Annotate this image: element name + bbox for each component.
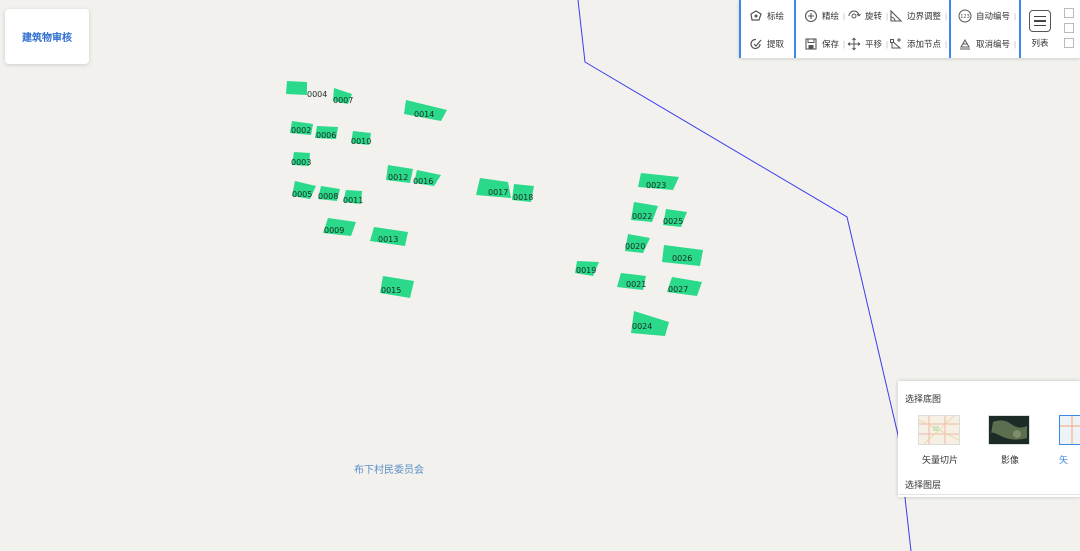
save-button[interactable]: 保存 | [804, 34, 845, 54]
building-number-label: 0011 [343, 196, 363, 205]
imagery-thumb [988, 415, 1030, 445]
save-label: 保存 [822, 39, 840, 49]
rotate-icon [848, 10, 861, 19]
toolbar-group-draw: 标绘 提取 [739, 0, 794, 58]
refine-button[interactable]: 精绘 | [804, 6, 845, 26]
app-title-badge: 建筑物审核 [5, 9, 89, 64]
layer-checkbox-group [1064, 8, 1074, 53]
basemap-panel: 选择底图 矢量切片 影像 矢 选择图层 [898, 381, 1080, 497]
building-number-label: 0018 [513, 193, 533, 202]
separator: | [843, 11, 846, 21]
building-number-label: 0017 [488, 188, 508, 197]
clear-number-button[interactable]: 取消编号 | [958, 34, 1016, 54]
basemap-label: 影像 [1000, 455, 1019, 465]
extract-icon [750, 38, 762, 50]
building-number-label: 0026 [672, 254, 692, 263]
move-button[interactable]: 平移 | [847, 34, 888, 54]
basemap-option-vector-tile[interactable]: 矢量切片 [918, 415, 962, 466]
clear-number-label: 取消编号 [976, 39, 1011, 49]
boundary-adjust-label: 边界调整 [907, 11, 942, 21]
separator: | [843, 39, 846, 49]
separator: | [945, 39, 948, 49]
building-number-label: 0025 [663, 217, 683, 226]
vector-tile-thumb [918, 415, 960, 445]
auto-number-button[interactable]: 123 自动编号 | [958, 6, 1016, 26]
building-number-label: 0027 [668, 285, 688, 294]
boundary-adjust-button[interactable]: 边界调整 | [889, 6, 947, 26]
plus-circle-icon [804, 9, 818, 23]
extract-button[interactable]: 提取 [749, 34, 784, 54]
place-label: 布下村民委员会 [354, 465, 424, 476]
clear-number-icon [960, 38, 970, 50]
toolbar-group-number: 123 自动编号 | 取消编号 | [949, 0, 1019, 58]
add-node-icon [890, 38, 902, 49]
separator: | [1014, 39, 1017, 49]
draw-label: 标绘 [767, 11, 785, 21]
rotate-label: 旋转 [865, 11, 883, 21]
building-number-label: 0012 [388, 173, 408, 182]
building-number-label: 0016 [413, 177, 433, 186]
move-label: 平移 [865, 39, 883, 49]
basemap-label: 矢量切片 [921, 455, 958, 465]
separator: | [945, 11, 948, 21]
building-number-label: 0013 [378, 235, 398, 244]
boundary-adjust-icon [890, 9, 903, 22]
building-number-label: 0010 [351, 137, 371, 146]
basemap-option-imagery[interactable]: 影像 [988, 415, 1032, 466]
auto-number-label: 自动编号 [976, 11, 1011, 21]
vector-thumb [1059, 415, 1080, 445]
add-node-button[interactable]: 添加节点 | [889, 34, 947, 54]
toolbar-group-edit: 精绘 | 旋转 | 边界调整 | 保存 | 平移 | 添加节点 | [794, 0, 949, 58]
basemap-label: 矢 [1059, 455, 1069, 465]
separator: | [886, 39, 889, 49]
separator: | [1014, 11, 1017, 21]
save-icon [805, 38, 817, 50]
building-number-label: 0022 [632, 212, 652, 221]
toolbar: 标绘 提取 精绘 | 旋转 | 边界调整 | 保存 | 平移 | 添加节点 | … [739, 0, 1080, 58]
building-number-label: 0024 [632, 322, 652, 331]
layer-title: 选择图层 [905, 480, 942, 490]
building-number-label: 0014 [414, 110, 434, 119]
building-number-label: 0021 [626, 280, 646, 289]
layer-checkbox[interactable] [1064, 38, 1074, 48]
rotate-button[interactable]: 旋转 | [847, 6, 888, 26]
building-number-label: 0023 [646, 181, 666, 190]
list-icon [1029, 10, 1051, 32]
building-number-label: 0006 [316, 131, 336, 140]
building-number-label: 0009 [324, 226, 344, 235]
building-number-label: 0007 [333, 96, 353, 105]
building-number-label: 0004 [307, 90, 327, 99]
building-number-label: 0003 [291, 158, 311, 167]
refine-label: 精绘 [822, 11, 840, 21]
building-number-label: 0008 [318, 192, 338, 201]
building-number-label: 0005 [292, 190, 312, 199]
draw-button[interactable]: 标绘 [749, 6, 784, 26]
building-number-label: 0015 [381, 286, 401, 295]
building-footprint[interactable] [286, 81, 307, 95]
svg-text:123: 123 [960, 14, 970, 20]
add-node-label: 添加节点 [907, 39, 942, 49]
separator: | [886, 11, 889, 21]
layer-checkbox[interactable] [1064, 23, 1074, 33]
move-icon [847, 37, 861, 51]
draw-polygon-icon [750, 10, 762, 21]
auto-number-icon: 123 [958, 9, 972, 23]
basemap-title: 选择底图 [905, 394, 942, 404]
building-number-label: 0002 [291, 126, 311, 135]
basemap-option-vector[interactable]: 矢 [1059, 415, 1080, 466]
extract-label: 提取 [767, 39, 785, 49]
building-number-label: 0019 [576, 266, 596, 275]
building-number-label: 0020 [625, 242, 645, 251]
list-label: 列表 [1031, 38, 1049, 48]
list-button[interactable]: 列表 [1022, 6, 1058, 54]
layer-checkbox[interactable] [1064, 8, 1074, 18]
panel-divider [898, 494, 1080, 495]
